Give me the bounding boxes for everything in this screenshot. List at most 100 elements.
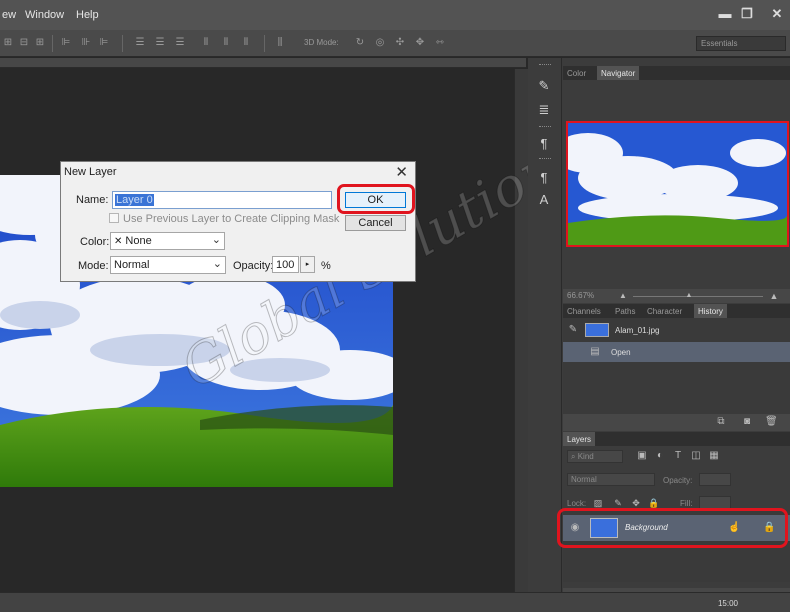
adjustment-filter-icon[interactable]: ◐ <box>654 450 666 462</box>
mode-select[interactable]: Normal ⌄ <box>110 256 226 274</box>
separator <box>52 35 53 52</box>
tab-navigator[interactable]: Navigator <box>597 66 640 80</box>
menu-help[interactable]: Help <box>76 9 99 21</box>
brush-presets-icon[interactable]: ✎ <box>536 78 552 94</box>
layer-highlight <box>557 508 788 548</box>
auto-align-icon[interactable]: ⫼ <box>274 37 286 49</box>
history-footer: ⧉ ◙ 🗑 <box>563 414 790 431</box>
opacity-slider-toggle[interactable]: ▸ <box>300 256 315 273</box>
history-brush-icon: ✎ <box>568 324 578 335</box>
brush-icon[interactable]: ≣ <box>536 102 552 118</box>
opacity-unit: % <box>321 260 331 272</box>
clipping-mask-checkbox[interactable] <box>109 213 119 223</box>
zoom-in-icon[interactable]: ▲ <box>768 290 780 302</box>
options-bar: ⊞ ⊟ ⊞ ⊫ ⊪ ⊫ ☰ ☰ ☰ ⫴ ⫴ ⫴ ⫼ 3D Mode: ↻ ◎ ✣… <box>0 30 790 57</box>
chevron-down-icon: ⌄ <box>211 234 221 246</box>
tab-paths[interactable]: Paths <box>611 304 639 318</box>
3d-rotate-icon[interactable]: ↻ <box>354 37 366 49</box>
color-label: Color: <box>80 236 110 248</box>
zoom-slider-thumb[interactable]: ▲ <box>683 290 695 302</box>
distribute-center-icon[interactable]: ⫴ <box>220 37 232 49</box>
snapshot-thumbnail <box>585 323 609 337</box>
smart-object-filter-icon[interactable]: ▦ <box>708 450 720 462</box>
tab-channels[interactable]: Channels <box>563 304 605 318</box>
navigator-preview <box>566 121 789 247</box>
grip-handle[interactable] <box>539 126 551 129</box>
history-item-label: Open <box>611 348 631 357</box>
camera-icon[interactable]: ◙ <box>741 416 753 428</box>
tab-history[interactable]: History <box>694 304 727 318</box>
chevron-down-icon: ⌄ <box>212 258 222 270</box>
lock-label: Lock: <box>567 499 587 508</box>
kind-filter[interactable]: ⌕ Kind <box>567 450 623 463</box>
distribute-top-icon[interactable]: ☰ <box>134 37 146 49</box>
pixel-filter-icon[interactable]: ▣ <box>636 450 648 462</box>
opacity-input[interactable]: 100 <box>272 256 299 273</box>
zoom-out-icon[interactable]: ▲ <box>617 290 629 302</box>
history-item-label: Alam_01.jpg <box>615 326 660 335</box>
shape-filter-icon[interactable]: ◫ <box>690 450 702 462</box>
align-top-icon[interactable]: ⊞ <box>2 37 14 49</box>
align-center-icon[interactable]: ⊪ <box>80 37 92 49</box>
blend-mode-value: Normal <box>571 475 597 484</box>
zoom-slider[interactable] <box>633 296 763 297</box>
3d-mode-label: 3D Mode: <box>304 38 339 47</box>
history-list: ✎ Alam_01.jpg ▤ Open <box>563 318 790 414</box>
name-input-value: Layer 0 <box>115 194 154 206</box>
kind-label: Kind <box>577 452 594 461</box>
paragraph-styles-icon[interactable]: A <box>536 192 552 208</box>
align-left-icon[interactable]: ⊫ <box>60 37 72 49</box>
menu-view[interactable]: ew <box>2 9 16 21</box>
opacity-label: Opacity: <box>233 260 274 272</box>
zoom-value[interactable]: 66.67% <box>567 291 594 300</box>
distribute-left-icon[interactable]: ⫴ <box>200 37 212 49</box>
close-icon[interactable]: ✕ <box>395 163 408 181</box>
color-swatch-icon: ✕ <box>114 236 123 247</box>
tab-layers[interactable]: Layers <box>563 432 596 446</box>
workspace-select[interactable]: Essentials <box>696 36 786 51</box>
history-state-row[interactable]: ▤ Open <box>563 342 790 362</box>
paragraph-icon[interactable]: ¶ <box>536 136 552 152</box>
type-filter-icon[interactable]: T <box>672 450 684 462</box>
3d-slide-icon[interactable]: ✥ <box>414 37 426 49</box>
distribute-bottom-icon[interactable]: ☰ <box>174 37 186 49</box>
mode-value: Normal <box>114 259 150 271</box>
trash-icon[interactable]: 🗑 <box>765 416 778 428</box>
history-snapshot-row[interactable]: ✎ Alam_01.jpg <box>563 320 790 340</box>
minimize-icon[interactable]: ▬ <box>716 6 734 22</box>
color-select[interactable]: ✕ None ⌄ <box>110 232 225 250</box>
distribute-right-icon[interactable]: ⫴ <box>240 37 252 49</box>
grip-handle[interactable] <box>539 158 551 161</box>
3d-roll-icon[interactable]: ◎ <box>374 37 386 49</box>
3d-pan-icon[interactable]: ✣ <box>394 37 406 49</box>
ok-highlight <box>337 184 415 214</box>
3d-scale-icon[interactable]: ⇿ <box>434 37 446 49</box>
vertical-scrollbar[interactable] <box>514 69 528 592</box>
new-layer-dialog: New Layer ✕ Name: Layer 0 Use Previous L… <box>60 161 416 282</box>
new-document-icon[interactable]: ⧉ <box>715 416 727 428</box>
layers-opacity-input[interactable] <box>699 473 731 486</box>
mode-label: Mode: <box>78 260 109 272</box>
align-bottom-icon[interactable]: ⊞ <box>34 37 46 49</box>
blend-mode-select[interactable]: Normal <box>567 473 655 486</box>
status-time: 15:00 <box>717 599 738 608</box>
align-middle-icon[interactable]: ⊟ <box>18 37 30 49</box>
restore-icon[interactable]: ❐ <box>738 6 756 22</box>
tab-color[interactable]: Color <box>563 66 590 80</box>
align-right-icon[interactable]: ⊫ <box>98 37 110 49</box>
cancel-button[interactable]: Cancel <box>345 215 406 231</box>
menu-window[interactable]: Window <box>25 9 64 21</box>
name-label: Name: <box>76 194 109 206</box>
grip-handle[interactable] <box>539 64 551 67</box>
status-bar: 15:00 <box>0 592 790 612</box>
separator <box>122 35 123 52</box>
distribute-middle-icon[interactable]: ☰ <box>154 37 166 49</box>
tab-character[interactable]: Character <box>643 304 686 318</box>
navigator-zoom-bar: 66.67% ▲ ▲ ▲ <box>563 289 790 303</box>
document-icon: ▤ <box>590 346 600 357</box>
name-input[interactable]: Layer 0 <box>112 191 332 209</box>
character-styles-icon[interactable]: ¶ <box>536 170 552 186</box>
document-tab-strip <box>0 58 526 68</box>
layers-opacity-label: Opacity: <box>663 476 693 485</box>
close-window-icon[interactable]: ✕ <box>768 6 786 22</box>
